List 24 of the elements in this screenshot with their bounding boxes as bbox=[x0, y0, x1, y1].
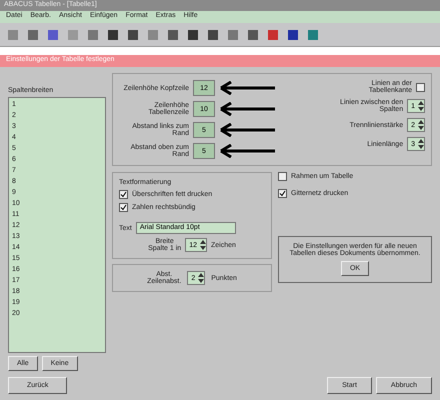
spin-arrows-icon[interactable] bbox=[418, 119, 424, 131]
checkbox[interactable] bbox=[119, 190, 128, 199]
toolbar-icon[interactable] bbox=[186, 28, 200, 42]
toolbar-icon[interactable] bbox=[46, 28, 60, 42]
arrow-icon bbox=[219, 144, 277, 158]
toolbar-icon[interactable] bbox=[266, 28, 280, 42]
checkbox[interactable] bbox=[278, 189, 287, 198]
arrow-icon bbox=[219, 102, 277, 116]
spin-arrows-icon[interactable] bbox=[198, 272, 204, 284]
toolbar-icon[interactable] bbox=[166, 28, 180, 42]
checkbox[interactable] bbox=[416, 82, 425, 92]
toolbar-icon[interactable] bbox=[246, 28, 260, 42]
spin-arrows-icon[interactable] bbox=[418, 100, 424, 112]
checkbox[interactable] bbox=[119, 203, 128, 212]
toolbar-icon[interactable] bbox=[126, 28, 140, 42]
arrow-icon bbox=[219, 123, 277, 137]
arrow-icon bbox=[219, 81, 277, 95]
toolbar-icon[interactable] bbox=[286, 28, 300, 42]
spin-arrows-icon[interactable] bbox=[200, 239, 206, 251]
checkbox[interactable] bbox=[278, 172, 287, 181]
spin-arrows-icon[interactable] bbox=[418, 138, 424, 150]
toolbar-icon[interactable] bbox=[206, 28, 220, 42]
toolbar-icon[interactable] bbox=[106, 28, 120, 42]
toolbar-icon[interactable] bbox=[26, 28, 40, 42]
